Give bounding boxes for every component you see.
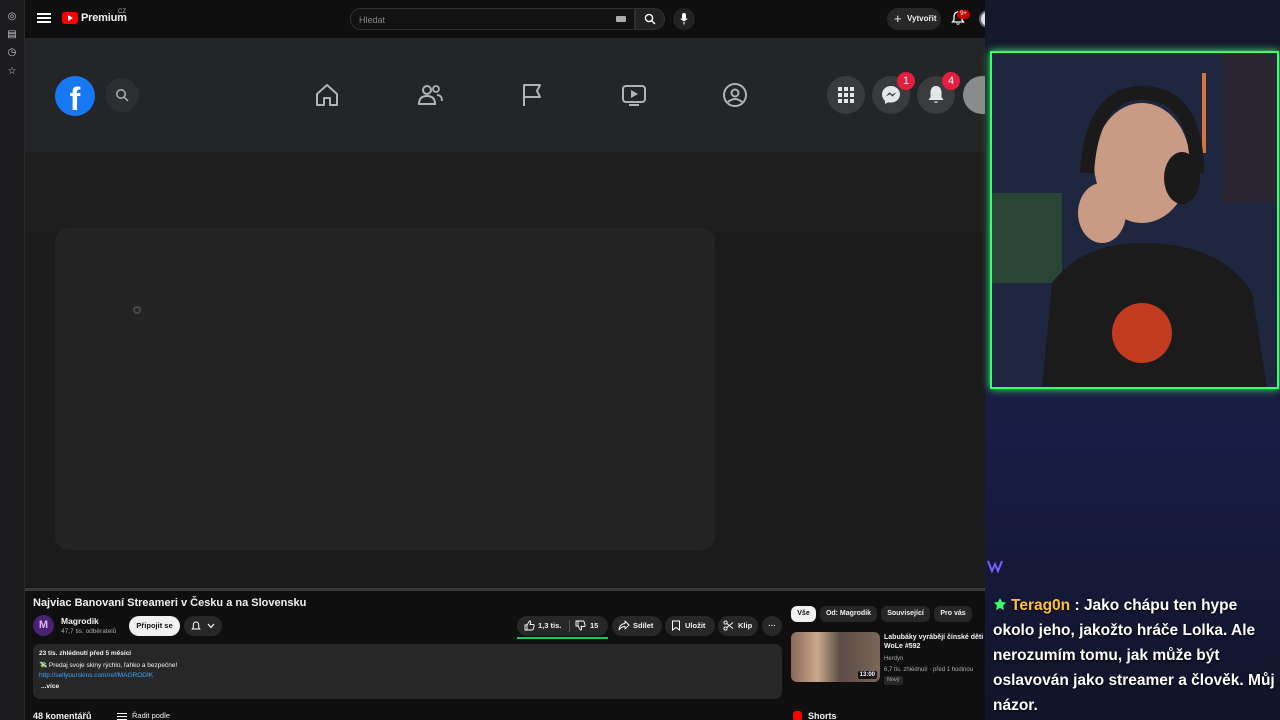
chip-related[interactable]: Související <box>881 606 930 622</box>
extensions-icon[interactable]: ◎ <box>6 11 18 23</box>
subscription-notifications-button[interactable] <box>184 616 222 636</box>
channel-avatar[interactable]: M <box>33 615 54 636</box>
facebook-profile-avatar <box>963 76 985 114</box>
facebook-search-button <box>105 78 139 112</box>
pages-flag-icon <box>523 84 541 106</box>
notes-icon[interactable]: ▤ <box>6 29 18 41</box>
chip-all[interactable]: Vše <box>791 606 816 622</box>
chat-text: Jako chápu ten hype okolo jeho, jakožto … <box>993 597 1275 714</box>
save-button[interactable]: Uložit <box>665 616 715 636</box>
chat-message: Terag0n : Jako chápu ten hype okolo jeho… <box>993 593 1275 718</box>
menu-icon[interactable] <box>37 11 51 25</box>
suggested-video-thumbnail[interactable]: 13:00 <box>791 632 880 682</box>
share-label: Sdílet <box>633 621 654 630</box>
youtube-topbar: Premium CZ +Vytvořit 9+ <box>25 0 1010 38</box>
chip-from-channel[interactable]: Od: Magrodik <box>820 606 877 622</box>
like-button[interactable]: 1,3 tis. <box>517 616 569 636</box>
thumbs-down-icon <box>575 620 586 631</box>
shorts-icon <box>793 711 802 720</box>
video-duration: 13:00 <box>857 671 877 679</box>
chip-for-you[interactable]: Pro vás <box>934 606 972 622</box>
watch-video-icon <box>622 85 646 106</box>
bookmarks-icon[interactable]: ☆ <box>6 66 18 78</box>
chevron-down-icon <box>207 623 215 629</box>
streamer-webcam-image <box>992 53 1277 387</box>
shorts-section-title: Shorts <box>808 711 837 720</box>
notifications-badge: 9+ <box>957 10 970 19</box>
sort-comments-button[interactable]: Řadit podle <box>117 711 170 720</box>
youtube-logo-icon[interactable] <box>62 12 78 24</box>
like-dislike-group: 1,3 tis. 15 <box>517 616 608 636</box>
suggested-video-channel[interactable]: Herdyn <box>884 656 903 662</box>
search-input[interactable] <box>359 13 599 26</box>
bell-icon <box>928 86 944 103</box>
like-indicator-bar <box>517 637 608 639</box>
plus-icon: + <box>894 11 902 26</box>
facebook-logo-icon: f <box>55 76 95 116</box>
keyboard-icon[interactable] <box>616 16 626 22</box>
dislike-button[interactable]: 15 <box>570 616 608 636</box>
share-icon <box>618 620 630 631</box>
browser-side-rail: ◎ ▤ ◷ ☆ <box>0 0 25 720</box>
facebook-notifications-badge: 4 <box>942 72 960 90</box>
channel-logo-icon <box>987 560 1003 574</box>
create-button[interactable]: + Vytvořit <box>887 8 941 30</box>
bell-icon <box>191 621 201 630</box>
channel-subscribers: 47,7 tis. odběratelů <box>61 628 117 635</box>
description-link[interactable]: http://sellyourskins.com/ref/MAGRODIK <box>39 672 153 679</box>
facebook-loading-card <box>55 228 715 550</box>
messenger-badge: 1 <box>897 72 915 90</box>
search-icon <box>644 13 656 25</box>
groups-icon <box>723 83 747 107</box>
description-text: 💸 Predaj svoje skiny rýchlo, ľahko a bez… <box>39 662 178 669</box>
suggested-video-meta: 6,7 tis. zhlédnutí · před 1 hodinou <box>884 667 974 673</box>
search-box <box>350 8 635 30</box>
grid-menu-icon <box>838 87 854 103</box>
channel-name[interactable]: Magrodik <box>61 616 99 626</box>
bookmark-icon <box>672 620 680 631</box>
facebook-menu-button <box>827 76 865 114</box>
facebook-navbar: f 1 4 <box>25 38 985 152</box>
more-actions-button[interactable]: ··· <box>762 616 782 636</box>
suggested-video-title[interactable]: Labubáky vyrábějí čínské děti - WoLe #59… <box>884 633 988 651</box>
voice-search-button[interactable] <box>673 8 695 30</box>
more-icon: ··· <box>768 621 776 630</box>
clip-label: Klip <box>738 621 753 630</box>
video-player[interactable]: f 1 4 <box>25 38 985 588</box>
facebook-header-area <box>25 152 985 232</box>
create-label: Vytvořit <box>907 14 937 23</box>
webcam-feed <box>990 51 1279 389</box>
chat-username: Terag0n <box>1011 597 1071 614</box>
scissors-icon <box>723 620 734 631</box>
save-label: Uložit <box>685 621 706 630</box>
join-button[interactable]: Připojit se <box>129 616 180 636</box>
chat-user-badge-icon <box>994 598 1006 610</box>
like-count: 1,3 tis. <box>538 621 562 630</box>
clip-button[interactable]: Klip <box>718 616 758 636</box>
video-description[interactable]: 23 tis. zhlédnutí před 5 měsíci 💸 Predaj… <box>33 644 782 699</box>
home-icon <box>316 84 338 106</box>
friends-icon <box>417 85 443 105</box>
search-icon <box>116 89 129 102</box>
share-button[interactable]: Sdílet <box>612 616 662 636</box>
thumbs-up-icon <box>524 620 535 631</box>
chat-separator: : <box>1070 597 1084 614</box>
history-icon[interactable]: ◷ <box>6 47 18 59</box>
view-count-date: 23 tis. zhlédnutí před 5 měsíci <box>39 650 132 657</box>
messenger-icon <box>882 86 900 104</box>
region-code: CZ <box>118 9 126 15</box>
new-badge: Nový <box>884 676 903 685</box>
video-title: Najviac Banovaní Streameri v Česku a na … <box>33 597 307 609</box>
loading-spinner-icon <box>133 306 141 314</box>
search-button[interactable] <box>635 8 665 30</box>
comments-count: 48 komentářů <box>33 711 92 720</box>
player-progress-bar[interactable] <box>25 588 985 591</box>
dislike-count: 15 <box>590 621 599 630</box>
show-more-link[interactable]: ...více <box>41 683 59 690</box>
microphone-icon <box>680 13 688 25</box>
